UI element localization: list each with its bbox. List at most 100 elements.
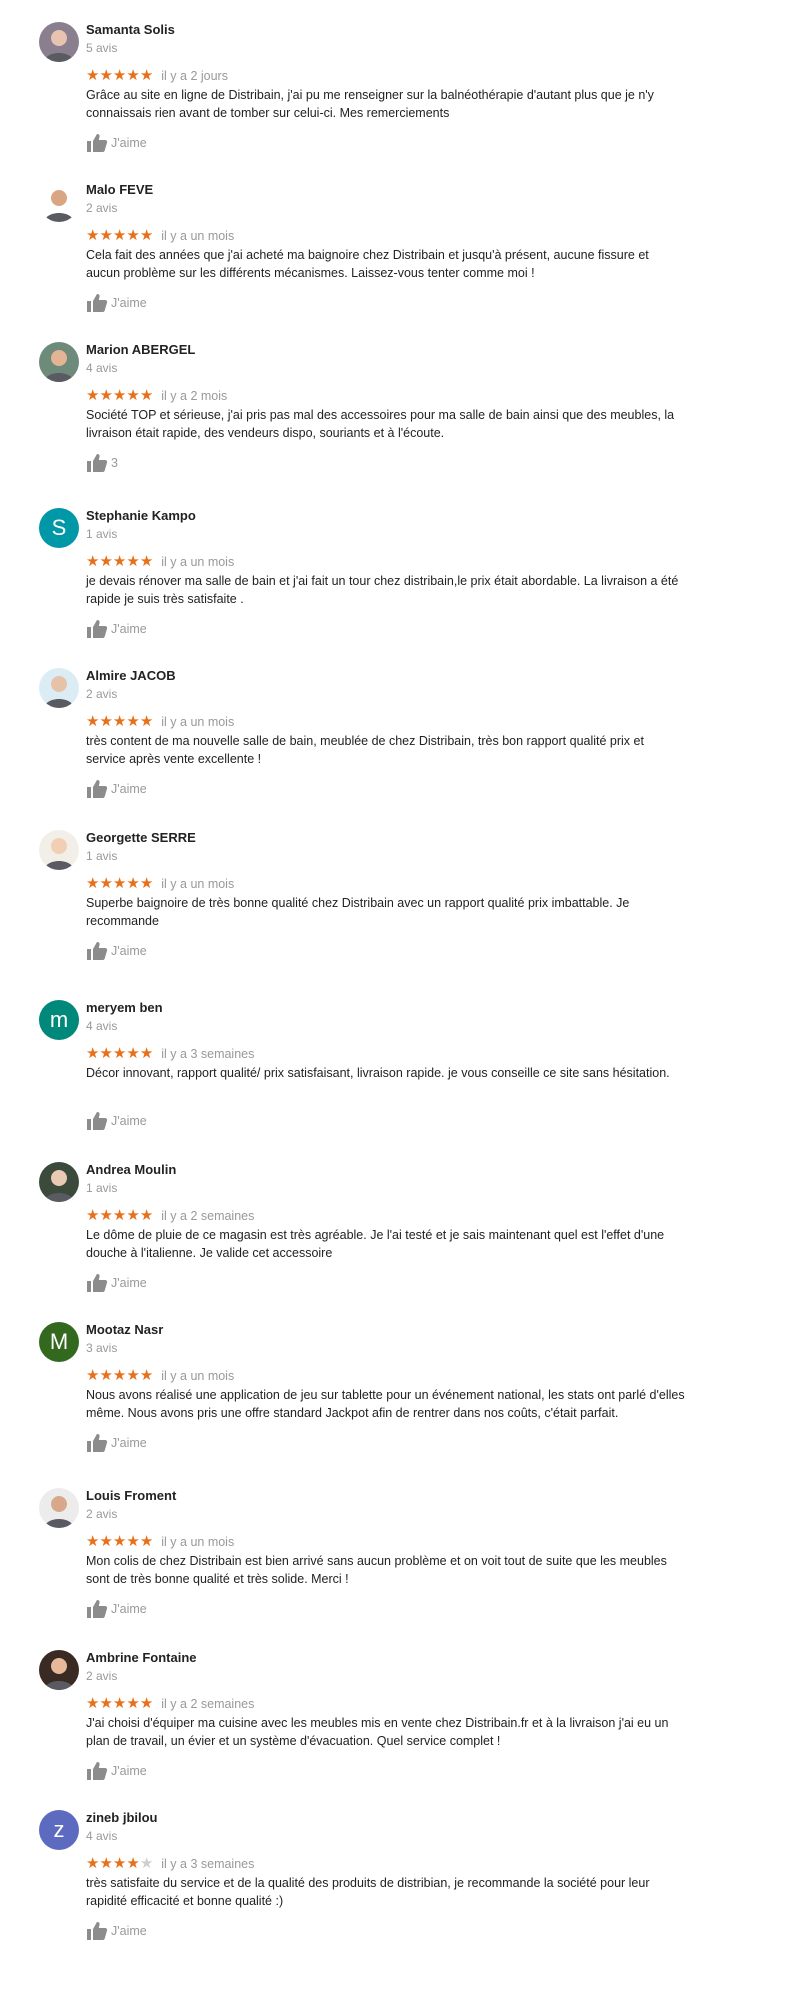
avatar[interactable] [39,830,79,870]
review-count[interactable]: 1 avis [86,849,117,863]
review-count[interactable]: 3 avis [86,1341,117,1355]
review-count[interactable]: 1 avis [86,1181,117,1195]
like-button[interactable]: J'aime [86,133,147,153]
star-rating: ★★★★★ [86,386,153,404]
review-text: Cela fait des années que j'ai acheté ma … [86,248,649,280]
star-icon: ★ [99,1366,113,1384]
star-rating: ★★★★★ [86,712,153,730]
star-icon: ★ [112,1694,127,1712]
review-time: il y a 2 semaines [161,1696,255,1711]
star-icon: ★ [139,1366,154,1384]
like-label: J'aime [111,136,147,150]
star-rating: ★★★★★ [86,226,153,244]
review-text: Décor innovant, rapport qualité/ prix sa… [86,1066,670,1080]
review-count[interactable]: 4 avis [86,361,117,375]
like-button[interactable]: J'aime [86,1761,147,1781]
avatar[interactable] [39,1488,79,1528]
avatar[interactable] [39,22,79,62]
like-button[interactable]: J'aime [86,1433,147,1453]
rating-row: ★★★★★ il y a 3 semaines [86,1855,254,1871]
reviewer-name[interactable]: Mootaz Nasr [86,1322,163,1337]
star-rating: ★★★★★ [86,1694,154,1712]
star-icon: ★ [126,1366,140,1384]
star-icon: ★ [139,1694,154,1712]
like-button[interactable]: J'aime [86,1921,147,1941]
rating-row: ★★★★★ il y a 3 semaines [86,1045,254,1061]
star-icon: ★ [86,1366,100,1384]
reviewer-name[interactable]: Andrea Moulin [86,1162,176,1177]
review-count[interactable]: 2 avis [86,201,117,215]
avatar[interactable]: m [39,1000,79,1040]
star-icon: ★ [99,874,113,892]
avatar[interactable] [39,182,79,222]
review-count[interactable]: 4 avis [86,1019,117,1033]
reviewer-name[interactable]: Louis Froment [86,1488,176,1503]
reviewer-name[interactable]: meryem ben [86,1000,163,1015]
user-photo-icon [39,668,79,708]
avatar[interactable]: z [39,1810,79,1850]
thumbs-up-icon [87,1274,108,1292]
thumbs-up-icon [87,1434,108,1452]
like-button[interactable]: J'aime [86,1599,147,1619]
avatar[interactable]: S [39,508,79,548]
like-button[interactable]: J'aime [86,779,147,799]
user-photo-icon [39,342,79,382]
star-icon: ★ [86,226,100,244]
star-icon: ★ [99,66,113,84]
review-count[interactable]: 2 avis [86,687,117,701]
thumbs-up-icon [87,454,108,472]
like-label: J'aime [111,1602,147,1616]
star-icon: ★ [139,1854,154,1872]
rating-row: ★★★★★ il y a un mois [86,227,234,243]
like-button[interactable]: J'aime [86,293,147,313]
avatar[interactable] [39,1650,79,1690]
review-time: il y a 2 mois [161,388,228,403]
reviewer-name[interactable]: Malo FEVE [86,182,153,197]
review-count[interactable]: 2 avis [86,1507,117,1521]
avatar[interactable]: M [39,1322,79,1362]
like-label: J'aime [111,1436,147,1450]
reviewer-name[interactable]: Samanta Solis [86,22,175,37]
avatar[interactable] [39,1162,79,1202]
star-rating: ★★★★★ [86,552,153,570]
like-button[interactable]: J'aime [86,619,147,639]
review-time: il y a 3 semaines [161,1046,255,1061]
star-icon: ★ [126,226,140,244]
reviewer-name[interactable]: zineb jbilou [86,1810,158,1825]
avatar[interactable] [39,668,79,708]
reviewer-name[interactable]: Ambrine Fontaine [86,1650,197,1665]
star-icon: ★ [99,1694,113,1712]
star-icon: ★ [112,712,127,730]
rating-row: ★★★★★ il y a un mois [86,875,234,891]
like-button[interactable]: J'aime [86,1111,147,1131]
user-photo-icon [39,1650,79,1690]
reviewer-name[interactable]: Stephanie Kampo [86,508,196,523]
reviewer-name[interactable]: Almire JACOB [86,668,176,683]
review-count[interactable]: 2 avis [86,1669,117,1683]
avatar[interactable] [39,342,79,382]
review-text: je devais rénover ma salle de bain et j'… [86,574,679,606]
review-count[interactable]: 5 avis [86,41,117,55]
review-text: Nous avons réalisé une application de je… [86,1388,685,1420]
star-icon: ★ [99,386,113,404]
review-time: il y a 2 semaines [161,1208,255,1223]
review-count[interactable]: 4 avis [86,1829,117,1843]
star-icon: ★ [112,1206,127,1224]
like-label: J'aime [111,1924,147,1938]
like-button[interactable]: 3 [86,453,118,473]
user-photo-icon [39,1162,79,1202]
like-button[interactable]: J'aime [86,1273,147,1293]
thumbs-up-icon [87,780,108,798]
like-label: J'aime [111,782,147,796]
user-photo-icon [39,182,79,222]
star-icon: ★ [126,66,140,84]
star-icon: ★ [86,66,100,84]
like-button[interactable]: J'aime [86,941,147,961]
review-count[interactable]: 1 avis [86,527,117,541]
star-icon: ★ [86,1206,100,1224]
thumbs-up-icon [87,1922,108,1940]
reviewer-name[interactable]: Georgette SERRE [86,830,196,845]
reviewer-name[interactable]: Marion ABERGEL [86,342,195,357]
star-icon: ★ [126,552,140,570]
review-text: Le dôme de pluie de ce magasin est très … [86,1228,665,1260]
